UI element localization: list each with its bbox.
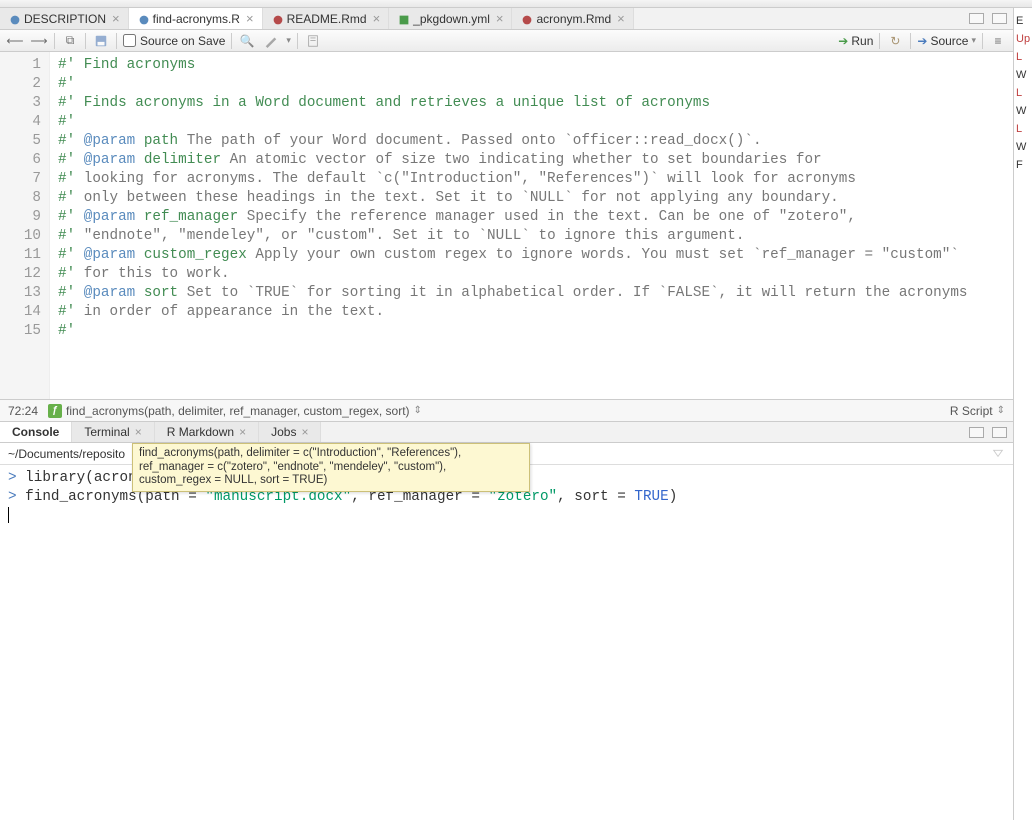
tab-label: R Markdown [167,425,234,439]
outline-icon[interactable]: ≡ [989,32,1007,50]
source-on-save-checkbox[interactable]: Source on Save [123,34,225,48]
file-icon [520,13,532,25]
tab-label: README.Rmd [287,12,367,26]
code-area[interactable]: #' Find acronyms#'#' Finds acronyms in a… [50,52,1013,399]
editor-status-bar: 72:24 ƒ find_acronyms(path, delimiter, r… [0,399,1013,421]
close-icon[interactable]: × [617,11,625,26]
clear-console-icon[interactable] [991,445,1005,462]
main-toolbar [0,0,1032,8]
file-icon [271,13,283,25]
tab-rmarkdown[interactable]: R Markdown × [155,422,259,442]
close-icon[interactable]: × [301,425,308,439]
function-icon: ƒ [48,404,62,418]
back-icon[interactable]: ⟵ [6,32,24,50]
close-icon[interactable]: × [135,425,142,439]
tab-label: _pkgdown.yml [413,12,490,26]
save-icon[interactable] [92,32,110,50]
close-icon[interactable]: × [496,11,504,26]
run-icon: ➔ [838,34,848,48]
chevron-icon[interactable]: ⇕ [997,405,1005,416]
code-editor[interactable]: 123456789101112131415 #' Find acronyms#'… [0,52,1013,399]
tab-console[interactable]: Console [0,422,72,442]
working-directory[interactable]: ~/Documents/reposito [8,447,125,461]
tab-label: DESCRIPTION [24,12,106,26]
close-icon[interactable]: × [239,425,246,439]
tab-jobs[interactable]: Jobs × [259,422,321,442]
source-button[interactable]: ➔ Source ▾ [917,34,976,48]
source-on-save-input[interactable] [123,34,136,47]
source-on-save-label: Source on Save [140,34,225,48]
tooltip-line: ref_manager = c("zotero", "endnote", "me… [139,461,523,475]
source-toolbar: ⟵ ⟶ ⧉ Source on Save 🔍 ▾ ➔ Run ↻ [0,30,1013,52]
cursor-position: 72:24 [8,404,38,418]
tab-pkgdown[interactable]: _pkgdown.yml × [389,8,512,29]
tab-acronym[interactable]: acronym.Rmd × [512,8,633,29]
source-icon: ➔ [917,34,927,48]
find-icon[interactable]: 🔍 [238,32,256,50]
tab-find-acronyms[interactable]: find-acronyms.R × [129,8,263,29]
close-icon[interactable]: × [246,11,254,26]
maximize-pane-icon[interactable] [992,13,1007,24]
file-icon [8,13,20,25]
console-tabs: Console Terminal × R Markdown × Jobs × [0,421,1013,443]
signature-tooltip: find_acronyms(path, delimiter = c("Intro… [132,443,530,492]
wand-icon[interactable] [262,32,280,50]
tab-label: Terminal [84,425,129,439]
minimize-pane-icon[interactable] [969,13,984,24]
rerun-icon[interactable]: ↻ [886,32,904,50]
chevron-icon[interactable]: ⇕ [414,405,422,416]
run-button[interactable]: ➔ Run [838,34,873,48]
tab-label: find-acronyms.R [153,12,240,26]
tab-label: Jobs [271,425,296,439]
file-icon [397,13,409,25]
tab-description[interactable]: DESCRIPTION × [0,8,129,29]
console-cursor[interactable] [8,507,1005,526]
tab-label: acronym.Rmd [536,12,611,26]
close-icon[interactable]: × [112,11,120,26]
close-icon[interactable]: × [373,11,381,26]
gutter: 123456789101112131415 [0,52,50,399]
tooltip-line: find_acronyms(path, delimiter = c("Intro… [139,447,523,461]
file-icon [137,13,149,25]
forward-icon[interactable]: ⟶ [30,32,48,50]
minimize-pane-icon[interactable] [969,427,984,438]
show-in-new-window-icon[interactable]: ⧉ [61,32,79,50]
console-output[interactable]: find_acronyms(path, delimiter = c("Intro… [0,465,1013,820]
dropdown-icon[interactable]: ▾ [286,35,291,46]
run-label: Run [851,34,873,48]
source-label: Source [930,34,968,48]
maximize-pane-icon[interactable] [992,427,1007,438]
tab-label: Console [12,425,59,439]
right-panel: EUpLWLWLWF [1014,8,1032,820]
tab-readme[interactable]: README.Rmd × [263,8,390,29]
report-icon[interactable] [304,32,322,50]
language-label[interactable]: R Script [950,404,993,418]
breadcrumb[interactable]: find_acronyms(path, delimiter, ref_manag… [66,404,410,418]
document-tabs: DESCRIPTION × find-acronyms.R × README.R… [0,8,1013,30]
tooltip-line: custom_regex = NULL, sort = TRUE) [139,474,523,488]
tab-terminal[interactable]: Terminal × [72,422,154,442]
chevron-down-icon: ▾ [971,35,976,46]
